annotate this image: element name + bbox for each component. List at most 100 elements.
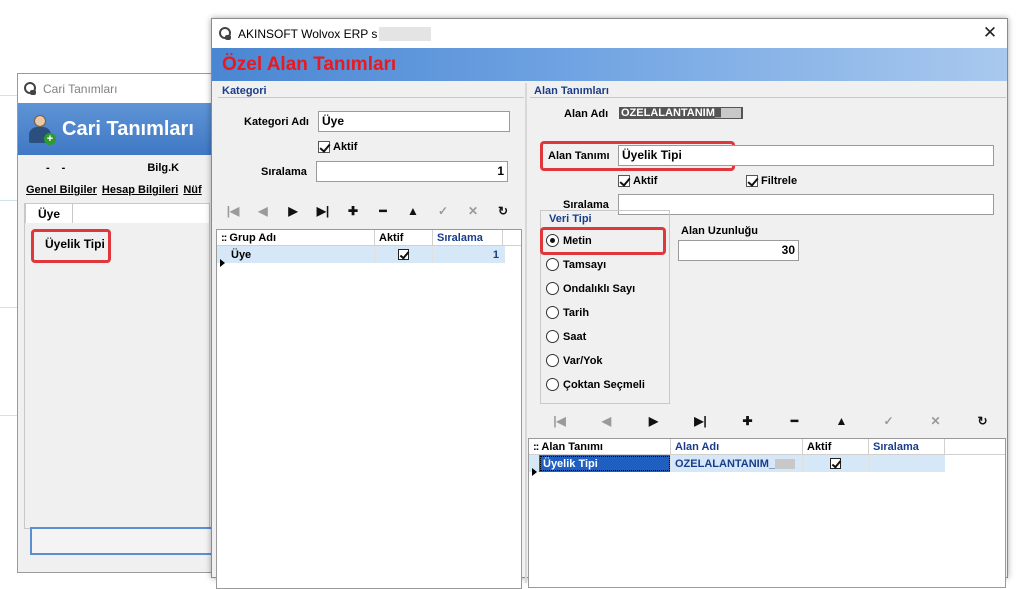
alan-adi-value: OZELALANTANIM_ — [619, 107, 744, 119]
radio-label: Var/Yok — [563, 354, 603, 367]
kategori-grid[interactable]: :: Grup Adı Aktif Sıralama Üye 1 — [216, 229, 522, 589]
back-window-banner: + Cari Tanımları — [18, 103, 216, 155]
alan-tanimi-label: Alan Tanımı — [548, 150, 610, 162]
radio-empty-icon — [546, 354, 559, 367]
checkbox-checked-icon — [830, 458, 841, 469]
back-subtab-area: Üye Üyelik Tipi — [24, 203, 210, 529]
nav-next-button[interactable]: ▶ — [278, 201, 308, 221]
ozel-alan-tanimlari-window: AKINSOFT Wolvox ERP s ✕ Özel Alan Tanıml… — [211, 18, 1008, 589]
kategori-aktif-checkbox[interactable]: Aktif — [318, 141, 357, 153]
nav-last-button[interactable]: ▶| — [308, 201, 338, 221]
grid-header-alan-tanimi[interactable]: :: Alan Tanımı — [529, 439, 671, 454]
redacted-title-block — [379, 26, 432, 41]
nav-prev-button[interactable]: ◀ — [248, 201, 278, 221]
pane-splitter[interactable] — [525, 83, 527, 583]
radio-label: Tarih — [563, 306, 590, 319]
tab-hesap-bilgileri[interactable]: Hesap Bilgileri — [102, 184, 178, 196]
veri-tipi-var-yok-radio[interactable]: Var/Yok — [546, 354, 603, 367]
filtrele-checkbox[interactable]: Filtrele — [746, 175, 797, 187]
uyelik-tipi-label: Üyelik Tipi — [45, 237, 105, 251]
kategori-pane: Kategori Kategori Adı Üye Aktif Sıralama… — [214, 83, 524, 589]
nav-post-button[interactable]: ✓ — [865, 411, 912, 431]
tab-genel-bilgiler[interactable]: Genel Bilgiler — [26, 184, 97, 196]
nav-edit-button[interactable]: ▲ — [398, 201, 428, 221]
grid-header-aktif[interactable]: Aktif — [375, 230, 433, 245]
grid-cell-aktif[interactable] — [803, 455, 869, 472]
grid-cell-aktif[interactable] — [375, 246, 433, 263]
kategori-adi-input[interactable]: Üye — [318, 111, 510, 132]
nav-post-button[interactable]: ✓ — [428, 201, 458, 221]
tab-uye[interactable]: Üye — [25, 203, 73, 223]
nav-next-button[interactable]: ▶ — [630, 411, 677, 431]
kategori-aktif-label: Aktif — [333, 141, 358, 153]
nav-edit-button[interactable]: ▲ — [818, 411, 865, 431]
close-button[interactable]: ✕ — [979, 23, 1001, 43]
nav-first-button[interactable]: |◀ — [536, 411, 583, 431]
alan-uzunlugu-label: Alan Uzunluğu — [681, 225, 758, 237]
alan-tanimi-input[interactable]: Üyelik Tipi — [618, 145, 994, 166]
front-banner-title: Özel Alan Tanımları — [222, 53, 397, 75]
table-row[interactable]: Üyelik Tipi OZELALANTANIM_ — [529, 455, 945, 476]
nav-prev-button[interactable]: ◀ — [583, 411, 630, 431]
nav-add-button[interactable]: ✚ — [338, 201, 368, 221]
back-info-row: - - Bilg.K — [18, 155, 216, 181]
grid-header-grup-adi[interactable]: :: Grup Adı — [217, 230, 375, 245]
kategori-group-title: Kategori — [222, 85, 267, 97]
radio-empty-icon — [546, 330, 559, 343]
radio-empty-icon — [546, 258, 559, 271]
back-bottom-field[interactable] — [30, 527, 220, 555]
alan-aktif-checkbox[interactable]: Aktif — [618, 175, 657, 187]
alan-navigator: |◀ ◀ ▶ ▶| ✚ ━ ▲ ✓ ✕ ↻ — [536, 410, 1006, 432]
alan-grid[interactable]: :: Alan Tanımı Alan Adı Aktif Sıralama Ü… — [528, 438, 1006, 588]
veri-tipi-tarih-radio[interactable]: Tarih — [546, 306, 589, 319]
radio-selected-icon — [546, 234, 559, 247]
alan-uzunlugu-input[interactable]: 30 — [678, 240, 799, 261]
divider — [530, 97, 1006, 98]
checkbox-checked-icon — [618, 175, 630, 187]
grid-header-siralama[interactable]: Sıralama — [869, 439, 945, 454]
nav-delete-button[interactable]: ━ — [368, 201, 398, 221]
nav-delete-button[interactable]: ━ — [771, 411, 818, 431]
veri-tipi-saat-radio[interactable]: Saat — [546, 330, 586, 343]
nav-refresh-button[interactable]: ↻ — [488, 201, 518, 221]
cari-tanimlari-window: Cari Tanımları + Cari Tanımları - - Bilg… — [17, 73, 220, 573]
nav-last-button[interactable]: ▶| — [677, 411, 724, 431]
kategori-siralama-input[interactable]: 1 — [316, 161, 508, 182]
back-window-title: Cari Tanımları — [43, 81, 118, 96]
nav-add-button[interactable]: ✚ — [724, 411, 771, 431]
grid-cell-grup-adi: Üye — [227, 246, 375, 263]
radio-label: Çoktan Seçmeli — [563, 378, 645, 391]
table-row[interactable]: Üye 1 — [217, 246, 505, 267]
veri-tipi-title: Veri Tipi — [547, 213, 594, 225]
nav-first-button[interactable]: |◀ — [218, 201, 248, 221]
grid-cell-siralama — [869, 455, 945, 472]
nav-cancel-button[interactable]: ✕ — [912, 411, 959, 431]
veri-tipi-tamsayi-radio[interactable]: Tamsayı — [546, 258, 606, 271]
grid-header-row: :: Alan Tanımı Alan Adı Aktif Sıralama — [529, 439, 1005, 455]
uye-panel: Üyelik Tipi — [25, 223, 209, 528]
grid-cell-alan-tanimi[interactable]: Üyelik Tipi — [539, 455, 671, 472]
grid-cell-alan-adi: OZELALANTANIM_ — [671, 455, 803, 472]
checkbox-checked-icon — [398, 249, 409, 260]
veri-tipi-ondalikli-radio[interactable]: Ondalıklı Sayı — [546, 282, 635, 295]
grid-header-alan-adi[interactable]: Alan Adı — [671, 439, 803, 454]
veri-tipi-metin-radio[interactable]: Metin — [546, 234, 592, 247]
checkbox-checked-icon — [318, 141, 330, 153]
back-window-titlebar[interactable]: Cari Tanımları — [18, 74, 216, 103]
front-window-titlebar[interactable]: AKINSOFT Wolvox ERP s ✕ — [212, 19, 1007, 48]
person-add-icon: + — [26, 113, 56, 145]
radio-label: Saat — [563, 330, 587, 343]
alan-adi-label: Alan Adı — [564, 108, 609, 120]
alan-siralama-input[interactable] — [618, 194, 994, 215]
nav-cancel-button[interactable]: ✕ — [458, 201, 488, 221]
divider — [218, 97, 524, 98]
info-dash: - — [46, 162, 50, 174]
nav-refresh-button[interactable]: ↻ — [959, 411, 1006, 431]
grid-header-aktif[interactable]: Aktif — [803, 439, 869, 454]
alan-aktif-label: Aktif — [633, 175, 658, 187]
veri-tipi-coktan-secmeli-radio[interactable]: Çoktan Seçmeli — [546, 378, 645, 391]
grid-header-siralama[interactable]: Sıralama — [433, 230, 503, 245]
tab-nufus[interactable]: Nüf — [183, 184, 201, 196]
info-dash: - — [61, 162, 66, 174]
radio-empty-icon — [546, 306, 559, 319]
